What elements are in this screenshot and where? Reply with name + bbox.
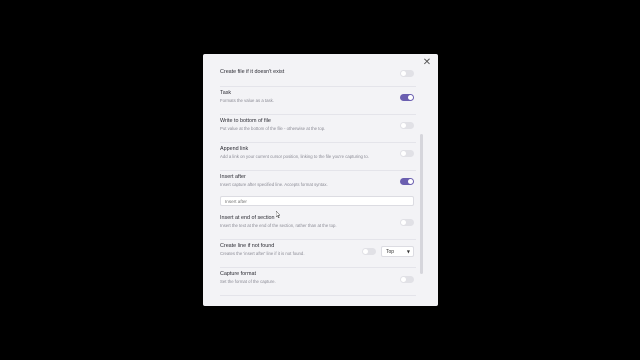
setting-description: Insert the text at the end of the sectio… — [220, 223, 337, 228]
setting-name: Insert after — [220, 174, 246, 180]
divider — [220, 267, 416, 268]
setting-task: Task Formats the value as a task. — [220, 90, 416, 104]
mouse-cursor-icon — [276, 211, 280, 218]
divider — [220, 114, 416, 115]
setting-capture-format: Capture format Set the format of the cap… — [220, 271, 416, 285]
capture-settings-modal: ✕ Create file if it doesn't exist Task F… — [203, 54, 438, 306]
setting-description: Formats the value as a task. — [220, 98, 274, 103]
toggle-insert-at-end[interactable] — [400, 219, 414, 226]
toggle-task[interactable] — [400, 94, 414, 101]
divider — [220, 295, 416, 296]
setting-description: Insert capture after specified line. Acc… — [220, 182, 328, 187]
setting-name: Create file if it doesn't exist — [220, 69, 285, 75]
settings-scroll-area[interactable]: Create file if it doesn't exist Task For… — [203, 64, 425, 306]
setting-insert-at-end: Insert at end of section Insert the text… — [220, 215, 416, 229]
setting-write-to-bottom: Write to bottom of file Put value at the… — [220, 118, 416, 132]
setting-create-file: Create file if it doesn't exist — [220, 69, 416, 76]
toggle-capture-format[interactable] — [400, 276, 414, 283]
toggle-create-file[interactable] — [400, 70, 414, 77]
chevron-down-icon: ▼ — [406, 249, 410, 254]
setting-name: Capture format — [220, 271, 256, 277]
setting-name: Task — [220, 90, 232, 96]
divider — [220, 239, 416, 240]
setting-append-link: Append link Add a link on your current c… — [220, 146, 416, 160]
divider — [220, 170, 416, 171]
setting-description: Set the format of the capture. — [220, 279, 276, 284]
toggle-append-link[interactable] — [400, 150, 414, 157]
divider — [220, 86, 416, 87]
position-select[interactable]: Top ▼ — [381, 246, 414, 257]
setting-insert-after: Insert after Insert capture after specif… — [220, 174, 416, 188]
setting-description: Add a link on your current cursor positi… — [220, 154, 369, 159]
setting-description: Put value at the bottom of the file - ot… — [220, 126, 326, 131]
setting-name: Write to bottom of file — [220, 118, 271, 124]
position-select-value: Top — [386, 249, 395, 255]
toggle-write-to-bottom[interactable] — [400, 122, 414, 129]
toggle-create-line[interactable] — [362, 248, 376, 255]
divider — [220, 142, 416, 143]
insert-after-input[interactable] — [220, 196, 414, 206]
scrollbar-thumb[interactable] — [420, 134, 423, 274]
toggle-insert-after[interactable] — [400, 178, 414, 185]
setting-name: Append link — [220, 146, 249, 152]
setting-name: Insert at end of section — [220, 215, 275, 221]
